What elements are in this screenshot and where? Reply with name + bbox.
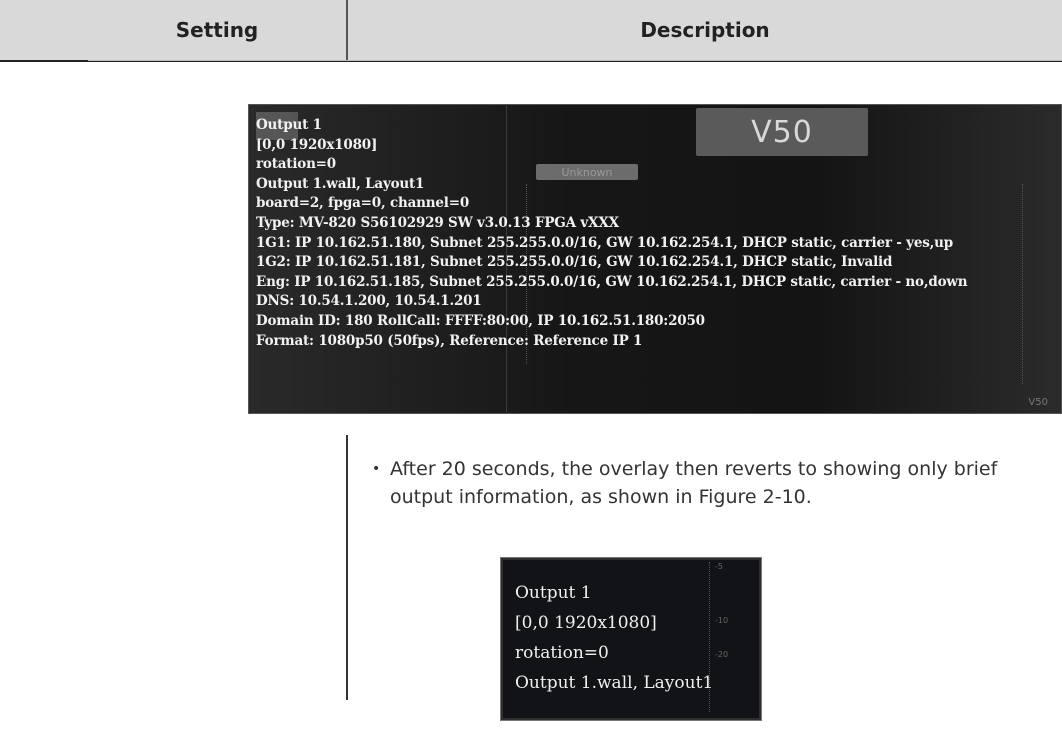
row-divider bbox=[88, 60, 1062, 61]
column-divider bbox=[346, 435, 348, 700]
info-line: rotation=0 bbox=[256, 156, 336, 173]
meter-label: -5 bbox=[715, 562, 723, 571]
description-column-header: Description bbox=[640, 18, 770, 42]
overlay-info-lines: Output 1 [0,0 1920x1080] rotation=0 Outp… bbox=[256, 116, 968, 351]
bullet-marker: • bbox=[372, 461, 381, 477]
info-line: board=2, fpga=0, channel=0 bbox=[256, 195, 470, 212]
info-line: rotation=0 bbox=[515, 643, 609, 663]
info-line: Domain ID: 180 RollCall: FFFF:80:00, IP … bbox=[256, 312, 705, 329]
corner-source-label: V50 bbox=[1028, 397, 1048, 408]
info-line: Output 1.wall, Layout1 bbox=[515, 673, 714, 693]
bullet-text: After 20 seconds, the overlay then rever… bbox=[390, 458, 998, 508]
full-overlay-screenshot: V50 Unknown V50 Output 1 [0,0 1920x1080]… bbox=[248, 104, 1062, 414]
table-header: Setting Description bbox=[0, 0, 1062, 62]
brief-info-lines: Output 1 [0,0 1920x1080] rotation=0 Outp… bbox=[515, 578, 713, 698]
meter-label: -10 bbox=[715, 616, 729, 625]
info-line: DNS: 10.54.1.200, 10.54.1.201 bbox=[256, 293, 482, 310]
info-line: Type: MV-820 S56102929 SW v3.0.13 FPGA v… bbox=[256, 214, 619, 231]
bullet-item: • After 20 seconds, the overlay then rev… bbox=[372, 455, 1032, 511]
info-line: [0,0 1920x1080] bbox=[256, 136, 378, 153]
info-line: Output 1 bbox=[256, 117, 322, 133]
info-line: [0,0 1920x1080] bbox=[515, 613, 657, 633]
info-line: Eng: IP 10.162.51.185, Subnet 255.255.0.… bbox=[256, 273, 968, 290]
info-line: Output 1.wall, Layout1 bbox=[256, 175, 425, 192]
info-line: Output 1 bbox=[515, 583, 592, 603]
meter-label: -20 bbox=[715, 650, 729, 659]
brief-overlay-screenshot: -5 -10 -20 Output 1 [0,0 1920x1080] rota… bbox=[500, 557, 762, 721]
info-line: Format: 1080p50 (50fps), Reference: Refe… bbox=[256, 332, 643, 349]
info-line: 1G1: IP 10.162.51.180, Subnet 255.255.0.… bbox=[256, 234, 953, 251]
info-line: 1G2: IP 10.162.51.181, Subnet 255.255.0.… bbox=[256, 254, 893, 271]
audio-meter-right bbox=[1022, 184, 1033, 384]
setting-column-header: Setting bbox=[175, 18, 259, 42]
